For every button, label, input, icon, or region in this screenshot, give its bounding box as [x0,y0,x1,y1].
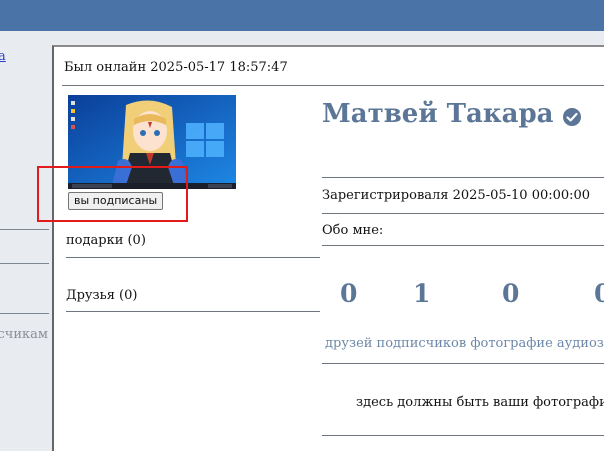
about-label: Обо мне: [322,223,384,238]
photos-divider [322,435,604,436]
profile-name: Матвей Такара [322,99,582,129]
highlight-annotation-box [37,166,188,222]
photos-count[interactable]: 0 [502,279,519,308]
sidebar-divider [0,263,49,264]
verified-badge-icon [562,104,582,126]
top-navigation-bar [0,0,604,31]
sidebar-item-subscribers[interactable]: счикам [0,327,48,342]
left-sidebar: a счикам [0,31,52,451]
friends-count[interactable]: 0 [340,279,357,308]
registration-divider [322,213,604,214]
profile-name-text: Матвей Такара [322,99,554,129]
registration-date: Зарегистрироваля 2025-05-10 00:00:00 [322,188,591,203]
profile-panel: Был онлайн 2025-05-17 18:57:47 вы подпис… [52,45,604,451]
last-online-status: Был онлайн 2025-05-17 18:57:47 [64,60,288,75]
sidebar-divider [0,313,49,314]
friends-divider [66,311,320,312]
about-divider [322,245,604,246]
photos-empty-message: здесь должны быть ваши фотографи [356,395,604,410]
stats-divider [322,363,604,364]
audio-count[interactable]: 0 [594,279,604,308]
name-divider [322,177,604,178]
friends-link[interactable]: Друзья (0) [66,288,137,303]
sidebar-link[interactable]: a [0,49,6,64]
gifts-divider [66,257,320,258]
gifts-link[interactable]: подарки (0) [66,233,146,248]
sidebar-divider [0,229,49,230]
subscribers-count[interactable]: 1 [413,279,430,308]
stats-labels[interactable]: друзей подписчиков фотографие аудиоза [325,336,604,351]
header-divider [62,85,604,86]
